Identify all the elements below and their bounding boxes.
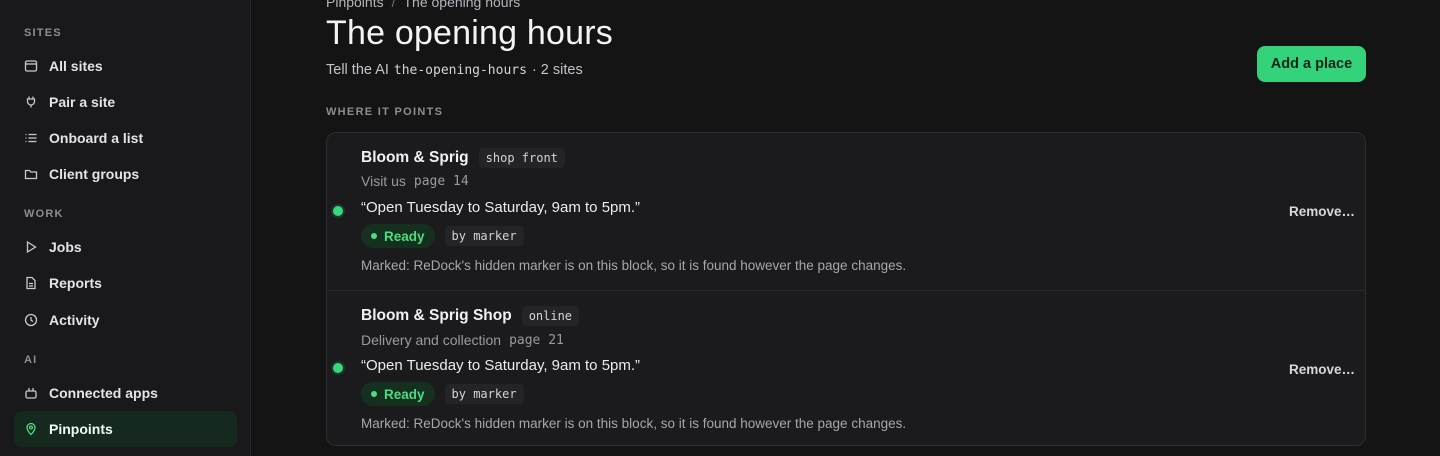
breadcrumb-link-pinpoints[interactable]: Pinpoints: [326, 0, 384, 10]
sidebar-item-activity[interactable]: Activity: [14, 302, 237, 338]
sidebar-item-onboard-a-list[interactable]: Onboard a list: [14, 120, 237, 156]
list-icon: [24, 131, 38, 145]
page-ref: page 21: [509, 332, 564, 348]
pinpoint-list: Bloom & Sprig shop front Visit us page 1…: [326, 132, 1366, 446]
row-name-line: Bloom & Sprig Shop online: [361, 306, 580, 326]
main-content: Pinpoints / The opening hours The openin…: [252, 0, 1440, 456]
ready-dot-icon: [371, 233, 377, 239]
sidebar-item-label: Pinpoints: [49, 421, 113, 437]
sidebar-item-jobs[interactable]: Jobs: [14, 229, 237, 265]
quoted-text: “Open Tuesday to Saturday, 9am to 5pm.”: [361, 357, 641, 374]
remove-button[interactable]: Remove…: [1289, 362, 1355, 377]
sidebar-item-label: Pair a site: [49, 94, 116, 110]
plug-icon: [24, 95, 38, 109]
ready-dot-icon: [371, 391, 377, 397]
row-badges: Ready by marker: [361, 382, 524, 406]
row-page-line: Delivery and collection page 21: [361, 332, 564, 348]
browser-window-icon: [24, 59, 38, 73]
section-label-sites: SITES: [24, 27, 62, 39]
sidebar-item-reports[interactable]: Reports: [14, 265, 237, 301]
breadcrumb-current: The opening hours: [403, 0, 521, 10]
remove-button[interactable]: Remove…: [1289, 204, 1355, 219]
sidebar-item-pair-a-site[interactable]: Pair a site: [14, 84, 237, 120]
status-label: Ready: [384, 228, 425, 244]
sidebar-item-label: All sites: [49, 58, 103, 74]
status-label: Ready: [384, 386, 425, 402]
play-icon: [24, 240, 38, 254]
status-badge: Ready: [361, 224, 435, 248]
site-name: Bloom & Sprig Shop: [361, 307, 512, 324]
status-dot: [333, 206, 343, 216]
row-name-line: Bloom & Sprig shop front: [361, 148, 565, 168]
page-ref: page 14: [413, 173, 469, 189]
subtitle-code: the-opening-hours: [393, 62, 527, 78]
section-label-where-it-points: WHERE IT POINTS: [326, 106, 444, 118]
site-tag: online: [521, 306, 580, 326]
quoted-text: “Open Tuesday to Saturday, 9am to 5pm.”: [361, 199, 641, 216]
sidebar-item-label: Jobs: [49, 239, 82, 255]
document-icon: [24, 276, 38, 290]
list-item: Bloom & Sprig Shop online Delivery and c…: [327, 290, 1365, 445]
method-chip: by marker: [444, 226, 524, 246]
page-label: Visit us: [361, 173, 406, 189]
sidebar-item-label: Client groups: [49, 166, 140, 182]
section-label-ai: AI: [24, 354, 38, 366]
breadcrumb: Pinpoints / The opening hours: [326, 0, 520, 10]
sidebar-item-pinpoints[interactable]: Pinpoints: [14, 411, 237, 447]
sidebar-item-connected-apps[interactable]: Connected apps: [14, 375, 237, 411]
row-page-line: Visit us page 14: [361, 173, 469, 189]
sidebar-item-label: Activity: [49, 312, 100, 328]
sidebar-item-label: Connected apps: [49, 385, 158, 401]
folder-icon: [24, 167, 38, 181]
list-item: Bloom & Sprig shop front Visit us page 1…: [327, 133, 1365, 290]
sidebar: SITES All sites Pair a site Onboard a li…: [0, 0, 251, 456]
plug-socket-icon: [24, 386, 38, 400]
row-badges: Ready by marker: [361, 224, 524, 248]
sidebar-item-client-groups[interactable]: Client groups: [14, 156, 237, 192]
status-badge: Ready: [361, 382, 435, 406]
method-chip: by marker: [444, 384, 524, 404]
subtitle-prefix: Tell the AI: [326, 62, 389, 78]
clock-icon: [24, 313, 38, 327]
status-dot: [333, 363, 343, 373]
section-label-work: WORK: [24, 208, 64, 220]
sidebar-item-all-sites[interactable]: All sites: [14, 48, 237, 84]
site-name: Bloom & Sprig: [361, 149, 469, 166]
add-place-button[interactable]: Add a place: [1257, 46, 1366, 82]
subtitle-suffix: · 2 sites: [531, 62, 583, 78]
site-tag: shop front: [478, 148, 565, 168]
row-note: Marked: ReDock's hidden marker is on thi…: [361, 416, 907, 431]
page-label: Delivery and collection: [361, 332, 502, 348]
map-pin-icon: [24, 422, 38, 436]
breadcrumb-separator: /: [391, 0, 396, 10]
sidebar-item-label: Reports: [49, 275, 102, 291]
page-title: The opening hours: [326, 14, 613, 52]
page-subtitle: Tell the AI the-opening-hours · 2 sites: [326, 62, 583, 78]
sidebar-item-label: Onboard a list: [49, 130, 144, 146]
row-note: Marked: ReDock's hidden marker is on thi…: [361, 258, 907, 273]
